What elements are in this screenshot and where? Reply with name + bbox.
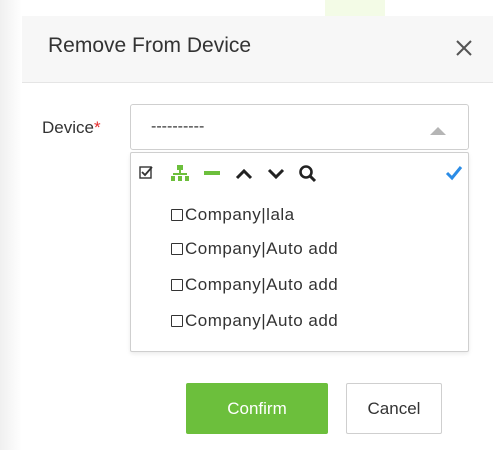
device-option[interactable]: Company|Auto add	[171, 239, 338, 267]
device-label: Device*	[42, 118, 101, 138]
checkbox[interactable]	[171, 243, 183, 255]
device-option-label: Company|lala	[185, 205, 295, 224]
device-option-label: Company|Auto add	[185, 239, 339, 258]
dialog-title: Remove From Device	[48, 34, 252, 57]
collapse-icon[interactable]	[201, 163, 223, 185]
remove-from-device-dialog: Remove From Device Device* ---------- Co…	[0, 0, 493, 450]
required-mark: *	[93, 118, 101, 137]
device-option[interactable]: Company|Auto add	[171, 275, 338, 303]
dropdown-toolbar	[137, 163, 465, 187]
device-option-label: Company|Auto add	[185, 275, 339, 294]
cancel-button[interactable]: Cancel	[346, 383, 442, 434]
device-option[interactable]: Company|Auto add	[171, 311, 338, 339]
chevron-up-icon[interactable]	[233, 163, 255, 185]
confirm-button[interactable]: Confirm	[186, 383, 328, 434]
chevron-down-icon[interactable]	[265, 163, 287, 185]
device-option[interactable]: Company|lala	[171, 205, 295, 233]
background-accent	[325, 0, 385, 16]
checkbox[interactable]	[171, 315, 183, 327]
tree-expand-icon[interactable]	[169, 163, 191, 185]
close-icon[interactable]	[450, 34, 478, 62]
search-icon[interactable]	[297, 163, 319, 185]
device-option-label: Company|Auto add	[185, 311, 339, 330]
check-all-icon[interactable]	[137, 163, 159, 185]
device-select-value: ----------	[151, 118, 205, 135]
confirm-check-icon[interactable]	[443, 163, 465, 185]
checkbox[interactable]	[171, 279, 183, 291]
device-label-text: Device	[42, 118, 94, 137]
checkbox[interactable]	[171, 209, 183, 221]
device-select[interactable]: ----------	[130, 104, 469, 150]
device-dropdown: Company|lala Company|Auto add Company|Au…	[130, 152, 469, 352]
triangle-up-icon	[429, 123, 447, 141]
dialog-header: Remove From Device	[22, 16, 493, 83]
background-edge	[0, 0, 22, 450]
